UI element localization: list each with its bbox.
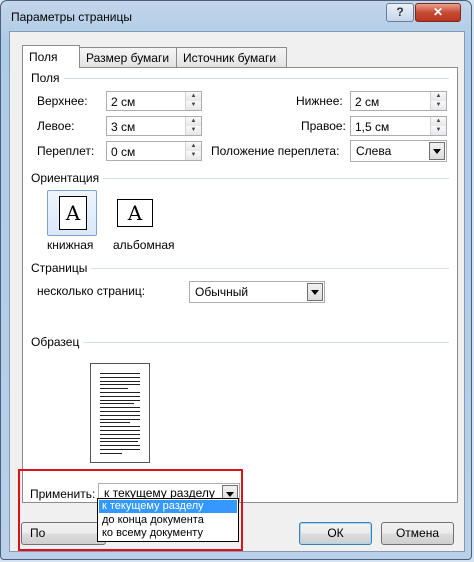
gutter-position-value: Слева <box>356 144 392 158</box>
right-margin-spinner[interactable]: 1,5 см ▲ ▼ <box>350 116 447 136</box>
title-bar[interactable]: Параметры страницы ? ✕ <box>1 1 473 31</box>
window-title: Параметры страницы <box>11 10 132 24</box>
red-highlight-frame <box>18 469 243 551</box>
cancel-button[interactable]: Отмена <box>381 522 454 545</box>
preview-text-line <box>100 422 130 424</box>
tab-paper-source[interactable]: Источник бумаги <box>176 47 287 67</box>
chevron-down-icon[interactable] <box>429 142 445 160</box>
preview-text-line <box>100 384 140 386</box>
portrait-page-icon: A <box>59 196 87 230</box>
tab-paper-size[interactable]: Размер бумаги <box>79 47 177 67</box>
preview-text-line <box>100 437 140 439</box>
multiple-pages-value: Обычный <box>195 285 249 299</box>
bottom-margin-spinner[interactable]: 2 см ▲ ▼ <box>350 91 447 111</box>
preview-group-label: Образец <box>31 335 84 349</box>
preview-text-line <box>100 388 128 390</box>
preview-text-line <box>100 426 140 428</box>
gutter-value[interactable]: 0 см <box>111 145 135 159</box>
left-margin-value[interactable]: 3 см <box>111 120 135 134</box>
right-margin-label: Правое: <box>301 119 346 133</box>
preview-text-line <box>100 449 140 450</box>
preview-text-line <box>100 403 134 405</box>
top-margin-value[interactable]: 2 см <box>111 95 135 109</box>
preview-text-line <box>100 380 140 382</box>
bottom-margin-label: Нижнее: <box>296 94 343 108</box>
multiple-pages-select[interactable]: Обычный <box>189 281 325 303</box>
preview-text-line <box>100 373 140 374</box>
spin-down-icon[interactable]: ▼ <box>186 126 201 135</box>
landscape-option[interactable]: A <box>115 190 165 236</box>
gutter-label: Переплет: <box>37 144 95 158</box>
bottom-margin-value[interactable]: 2 см <box>355 95 379 109</box>
preview-text-line <box>100 395 140 397</box>
preview-text-line <box>100 452 122 454</box>
preview-text-line <box>100 376 140 378</box>
preview-group: Образец <box>31 335 449 349</box>
preview-text-line <box>100 430 140 431</box>
multiple-pages-label: несколько страниц: <box>37 284 146 298</box>
left-margin-spinner[interactable]: 3 см ▲ ▼ <box>106 116 202 136</box>
margins-group-label: Поля <box>31 71 64 85</box>
page-preview <box>90 363 150 463</box>
preview-text-line <box>100 411 140 412</box>
chevron-down-icon[interactable] <box>307 283 323 301</box>
preview-text-line <box>100 407 140 409</box>
spin-down-icon[interactable]: ▼ <box>431 126 446 135</box>
help-button[interactable]: ? <box>386 3 414 22</box>
gutter-spinner[interactable]: 0 см ▲ ▼ <box>106 141 202 161</box>
preview-text-line <box>100 441 138 443</box>
spin-down-icon[interactable]: ▼ <box>431 101 446 110</box>
preview-text-line <box>100 392 140 393</box>
preview-text-line <box>100 433 140 435</box>
margins-group: Поля <box>31 71 449 85</box>
portrait-option[interactable]: A <box>47 190 97 236</box>
gutter-position-label: Положение переплета: <box>211 144 340 158</box>
landscape-page-icon: A <box>117 199 153 227</box>
close-button[interactable]: ✕ <box>415 3 461 22</box>
page-setup-dialog: Параметры страницы ? ✕ Поля Размер бумаг… <box>0 0 472 560</box>
portrait-label[interactable]: книжная <box>47 238 93 252</box>
tab-margins[interactable]: Поля <box>22 45 80 68</box>
margins-panel: Поля Верхнее: 2 см ▲ ▼ Нижнее: 2 см ▲ ▼ Ле… <box>22 67 458 503</box>
spin-down-icon[interactable]: ▼ <box>186 101 201 110</box>
orientation-group-label: Ориентация <box>31 171 104 185</box>
top-margin-label: Верхнее: <box>37 94 88 108</box>
left-margin-label: Левое: <box>37 119 75 133</box>
gutter-position-select[interactable]: Слева <box>350 140 447 162</box>
right-margin-value[interactable]: 1,5 см <box>355 120 389 134</box>
preview-text-line <box>100 445 140 447</box>
orientation-group: Ориентация <box>31 171 449 185</box>
pages-group-label: Страницы <box>31 261 92 275</box>
spin-down-icon[interactable]: ▼ <box>186 151 201 160</box>
ok-button[interactable]: ОК <box>299 522 372 545</box>
top-margin-spinner[interactable]: 2 см ▲ ▼ <box>106 91 202 111</box>
preview-text-line <box>100 399 140 401</box>
landscape-label[interactable]: альбомная <box>113 238 175 252</box>
preview-text-line <box>100 414 140 416</box>
preview-text-line <box>100 418 140 420</box>
pages-group: Страницы <box>31 261 449 275</box>
